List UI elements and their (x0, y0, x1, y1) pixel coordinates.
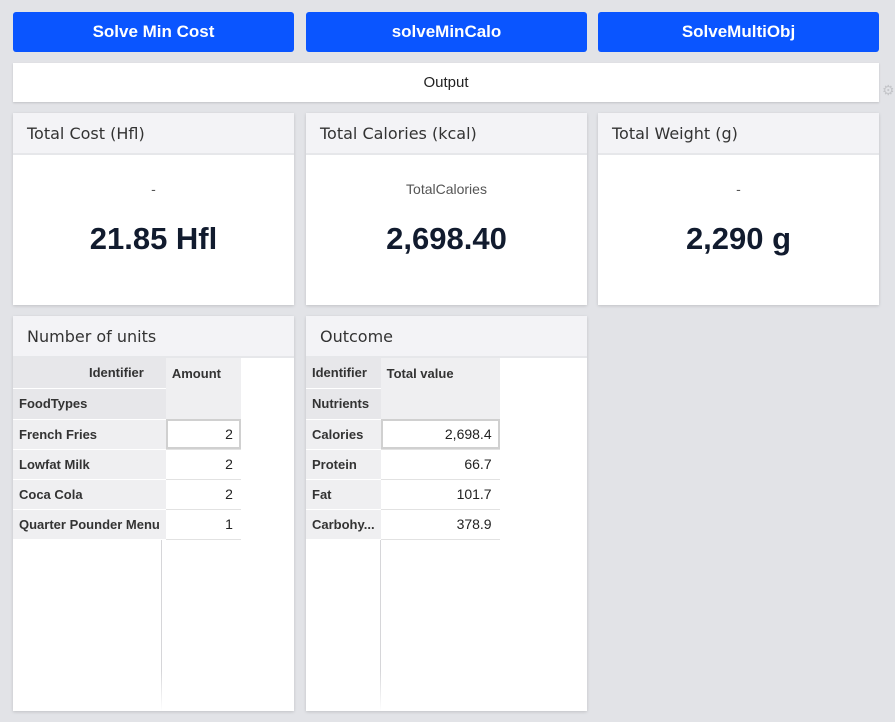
table-row: Fat 101.7 (306, 479, 500, 510)
solve-multi-obj-button[interactable]: SolveMultiObj (598, 12, 879, 52)
solve-min-calo-button[interactable]: solveMinCalo (306, 12, 587, 52)
solve-min-cost-button[interactable]: Solve Min Cost (13, 12, 294, 52)
card-title: Total Cost (Hfl) (13, 113, 294, 155)
total-value-cell[interactable]: 2,698.4 (380, 419, 500, 450)
total-value-cell[interactable]: 101.7 (380, 479, 500, 510)
identifier-label: Identifier (13, 358, 166, 389)
card-title: Number of units (13, 316, 294, 358)
total-weight-card: Total Weight (g) - 2,290 g (598, 113, 879, 305)
total-value-cell[interactable]: 66.7 (380, 449, 500, 480)
card-title: Total Calories (kcal) (306, 113, 587, 155)
row-label: Protein (306, 449, 381, 480)
table-row: French Fries 2 (13, 419, 241, 450)
outcome-card: Outcome Identifier Total value Nutrients… (306, 316, 587, 711)
kpi-value: 21.85 Hfl (89, 221, 218, 256)
column-header-total-value[interactable]: Total value (380, 358, 500, 419)
output-tab[interactable]: Output (13, 63, 879, 102)
kpi-subtitle: - (736, 181, 741, 197)
card-title: Total Weight (g) (598, 113, 879, 155)
kpi-subtitle: - (151, 181, 156, 197)
table-row: Coca Cola 2 (13, 479, 241, 510)
total-value-cell[interactable]: 378.9 (380, 509, 500, 540)
row-label: Lowfat Milk (13, 449, 166, 480)
index-label: FoodTypes (13, 388, 166, 420)
kpi-subtitle: TotalCalories (406, 181, 487, 197)
table-row: Lowfat Milk 2 (13, 449, 241, 480)
number-of-units-card: Number of units Identifier Amount FoodTy… (13, 316, 294, 711)
identifier-label: Identifier (306, 358, 381, 389)
row-label: French Fries (13, 419, 166, 450)
outcome-table: Identifier Total value Nutrients Calorie… (306, 358, 500, 540)
total-cost-card: Total Cost (Hfl) - 21.85 Hfl (13, 113, 294, 305)
table-row: Carbohy... 378.9 (306, 509, 500, 540)
amount-cell[interactable]: 2 (165, 479, 241, 510)
amount-cell[interactable]: 2 (165, 419, 241, 450)
row-label: Quarter Pounder Menu (13, 509, 166, 540)
kpi-value: 2,698.40 (386, 221, 507, 256)
row-label: Carbohy... (306, 509, 381, 540)
units-table: Identifier Amount FoodTypes French Fries… (13, 358, 241, 540)
index-label: Nutrients (306, 388, 381, 420)
table-row: Calories 2,698.4 (306, 419, 500, 450)
gear-icon[interactable]: ⚙ (882, 83, 895, 97)
total-calories-card: Total Calories (kcal) TotalCalories 2,69… (306, 113, 587, 305)
amount-cell[interactable]: 1 (165, 509, 241, 540)
row-label: Coca Cola (13, 479, 166, 510)
amount-cell[interactable]: 2 (165, 449, 241, 480)
card-title: Outcome (306, 316, 587, 358)
kpi-value: 2,290 g (685, 221, 792, 256)
row-label: Fat (306, 479, 381, 510)
column-header-amount[interactable]: Amount (165, 358, 241, 419)
table-row: Quarter Pounder Menu 1 (13, 509, 241, 540)
row-label: Calories (306, 419, 381, 450)
table-row: Protein 66.7 (306, 449, 500, 480)
